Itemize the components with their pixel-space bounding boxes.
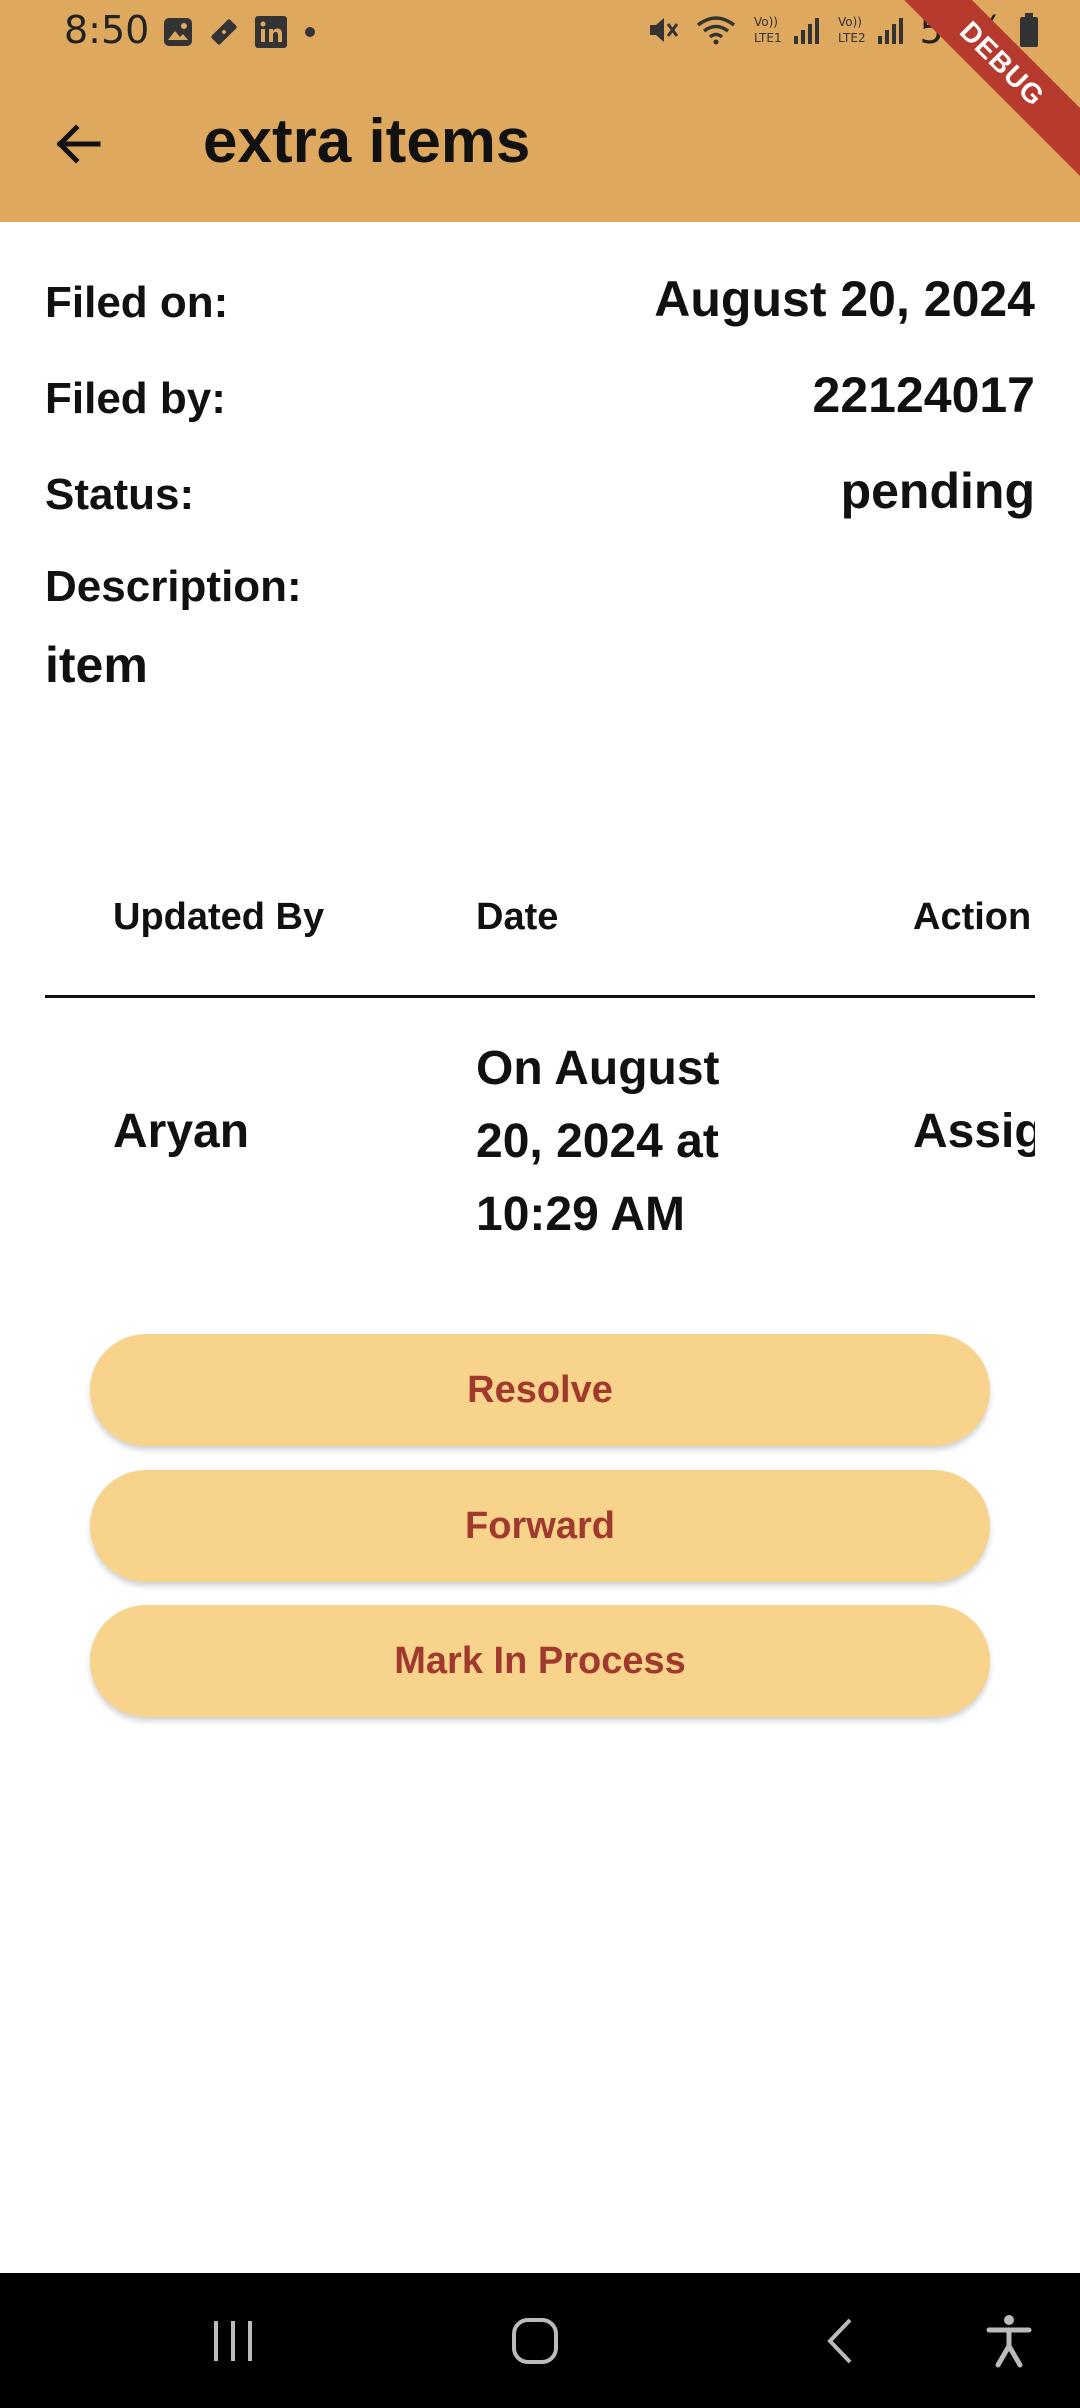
filed-by-row: Filed by: 22124017	[45, 367, 1035, 434]
description-value: item	[45, 637, 148, 693]
cell-action: Assig	[913, 1105, 1035, 1158]
battery-icon	[1020, 13, 1038, 47]
linkedin-icon	[255, 16, 287, 48]
dot-icon	[305, 27, 315, 37]
resolve-button[interactable]: Resolve	[90, 1334, 990, 1446]
recent-apps-button[interactable]	[193, 2303, 273, 2379]
signal-lte1-icon: Vo)) LTE1	[754, 15, 819, 45]
signal-lte2-icon: Vo)) LTE2	[838, 15, 903, 45]
mute-icon	[649, 18, 678, 42]
description-row: Description:	[45, 562, 1035, 622]
svg-text:Vo)): Vo))	[838, 15, 862, 29]
back-icon	[827, 2318, 852, 2364]
svg-text:Vo)): Vo))	[754, 15, 778, 29]
system-nav-bar	[0, 2273, 1080, 2408]
home-icon	[512, 2318, 558, 2364]
status-label: Status:	[45, 470, 195, 519]
status-value: pending	[840, 463, 1035, 519]
wifi-icon	[696, 16, 735, 45]
filed-by-label: Filed by:	[45, 374, 226, 423]
svg-text:LTE1: LTE1	[754, 31, 782, 45]
notification-icons	[162, 14, 318, 50]
status-time: 8:50	[64, 8, 150, 52]
back-button[interactable]	[46, 112, 110, 176]
accessibility-icon	[986, 2315, 1032, 2368]
mark-in-process-button[interactable]: Mark In Process	[90, 1605, 990, 1717]
nav-back-button[interactable]	[800, 2303, 880, 2379]
filed-on-row: Filed on: August 20, 2024	[45, 271, 1035, 338]
column-header-date: Date	[476, 896, 559, 938]
forward-button[interactable]: Forward	[90, 1470, 990, 1582]
page-title: extra items	[203, 107, 531, 176]
app-bar: 8:50 Vo)) LTE1 Vo)) LTE2 extra items DEB…	[0, 0, 1080, 222]
filed-on-value: August 20, 2024	[654, 271, 1035, 327]
filed-by-value: 22124017	[812, 367, 1035, 423]
accessibility-button[interactable]	[969, 2303, 1049, 2379]
arrow-left-icon	[56, 124, 101, 164]
ticket-icon	[211, 19, 237, 45]
home-button[interactable]	[495, 2303, 575, 2379]
status-row: Status: pending	[45, 463, 1035, 530]
table-divider	[45, 995, 1035, 998]
description-label: Description:	[45, 562, 302, 611]
svg-text:LTE2: LTE2	[838, 31, 866, 45]
filed-on-label: Filed on:	[45, 278, 229, 327]
cell-date: On August 20, 2024 at 10:29 AM	[476, 1042, 720, 1241]
column-header-updated-by: Updated By	[113, 896, 325, 938]
cell-updated-by: Aryan	[113, 1105, 250, 1158]
recent-apps-icon	[214, 2321, 252, 2361]
column-header-action: Action	[913, 896, 1032, 938]
gallery-icon	[164, 18, 192, 46]
